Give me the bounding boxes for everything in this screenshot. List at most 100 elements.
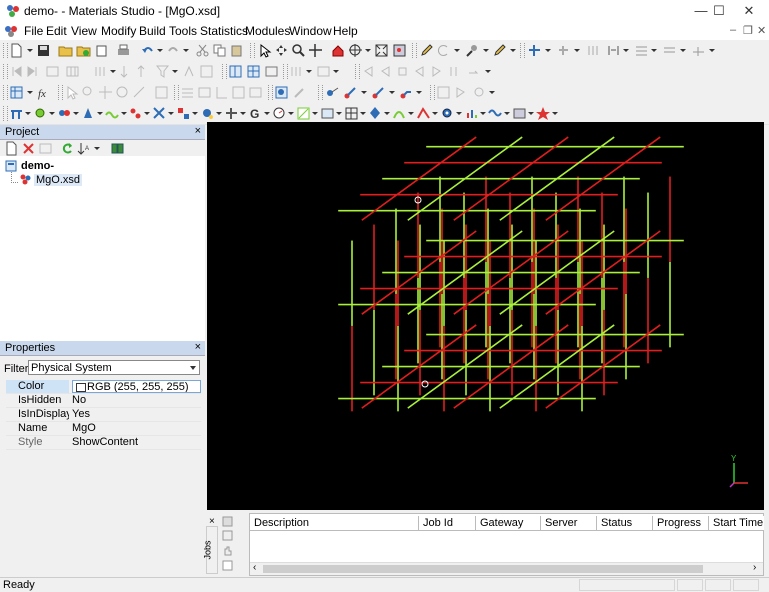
dmol-dropdown-arrow[interactable] [49, 112, 55, 115]
scroll-left-icon[interactable]: ‹ [253, 562, 256, 573]
anim-loop-icon[interactable] [466, 64, 481, 79]
chart-dropdown-arrow[interactable] [480, 112, 486, 115]
align-icon[interactable] [586, 43, 601, 58]
toolbar-grip[interactable] [174, 85, 179, 100]
gear-dropdown-arrow[interactable] [528, 112, 534, 115]
scroll-right-icon[interactable]: › [753, 562, 756, 573]
toolbar-grip[interactable] [412, 43, 417, 58]
toolbar-grip[interactable] [3, 106, 8, 121]
zoom-icon[interactable] [291, 43, 306, 58]
project-panel-close-button[interactable]: × [195, 125, 201, 137]
module-star-icon[interactable] [536, 106, 551, 121]
copy-icon[interactable] [212, 43, 227, 58]
layout-icon[interactable] [316, 64, 331, 79]
symmetry-icon[interactable] [228, 64, 243, 79]
property-value[interactable]: No [72, 394, 201, 407]
bond-tool-icon[interactable] [343, 85, 358, 100]
table-icon[interactable] [45, 64, 60, 79]
select-mode-icon[interactable] [64, 85, 79, 100]
module-qsar-icon[interactable] [296, 106, 311, 121]
refresh-dropdown-arrow[interactable] [489, 91, 495, 94]
polymorph-dropdown-arrow[interactable] [384, 112, 390, 115]
dpd-dropdown-arrow[interactable] [240, 112, 246, 115]
stack-icon[interactable] [691, 43, 706, 58]
menu-statistics[interactable]: Statistics [200, 24, 248, 38]
analysis-icon[interactable] [274, 85, 289, 100]
refresh-grey-icon[interactable] [472, 85, 487, 100]
toolbar-grip[interactable] [318, 85, 323, 100]
module-synthia-icon[interactable] [392, 106, 407, 121]
graph-export-icon[interactable] [248, 85, 263, 100]
chart-edit-icon[interactable] [292, 85, 307, 100]
open-book-icon[interactable] [110, 141, 125, 156]
anim-play-icon[interactable] [429, 64, 444, 79]
column-header-status[interactable]: Status [597, 516, 653, 530]
module-polymorph-icon[interactable] [368, 106, 383, 121]
insert-column-icon[interactable] [92, 64, 107, 79]
graph-series-icon[interactable] [231, 85, 246, 100]
filter-select[interactable]: Physical System [28, 360, 200, 375]
column-header-server[interactable]: Server [541, 516, 597, 530]
anim-dropdown-arrow[interactable] [485, 70, 491, 73]
column-header-job-id[interactable]: Job Id [419, 516, 476, 530]
module-g-icon[interactable]: G [248, 106, 263, 121]
supercell-icon[interactable] [246, 64, 261, 79]
menu-modules[interactable]: Modules [245, 24, 290, 38]
module-dpd-icon[interactable] [224, 106, 239, 121]
distribute-dropdown-arrow[interactable] [623, 49, 629, 52]
module-chart-icon[interactable] [464, 106, 479, 121]
module-conformers-icon[interactable] [200, 106, 215, 121]
atom-blue-icon[interactable] [325, 85, 340, 100]
center-dropdown-arrow[interactable] [365, 49, 371, 52]
measure-icon[interactable] [371, 85, 386, 100]
qsar-dropdown-arrow[interactable] [312, 112, 318, 115]
nav-last-icon[interactable] [25, 64, 40, 79]
export-icon[interactable] [94, 43, 109, 58]
sort-dropdown-arrow[interactable] [94, 147, 100, 150]
toolbar-grip[interactable] [520, 43, 525, 58]
sort-icon[interactable]: A [77, 141, 92, 156]
new-project-icon[interactable] [4, 141, 19, 156]
sort-descending-icon[interactable] [137, 64, 152, 79]
jobs-tab[interactable]: Jobs [203, 526, 218, 574]
measure-dropdown-arrow[interactable] [389, 91, 395, 94]
module-sorption-icon[interactable] [128, 106, 143, 121]
translate-icon[interactable] [308, 43, 323, 58]
structure-viewer[interactable]: Y [207, 122, 764, 510]
lattice-icon[interactable] [264, 64, 279, 79]
menu-tools[interactable]: Tools [169, 24, 197, 38]
conformers-dropdown-arrow[interactable] [216, 112, 222, 115]
properties-panel-close-button[interactable]: × [195, 341, 201, 353]
menu-window[interactable]: Window [289, 24, 332, 38]
menu-help[interactable]: Help [333, 24, 358, 38]
vamp-dropdown-arrow[interactable] [432, 112, 438, 115]
panel-dropdown-arrow[interactable] [306, 70, 312, 73]
sketch-fragment-icon[interactable] [465, 43, 480, 58]
menu-file[interactable]: File [24, 24, 43, 38]
clock-dropdown-arrow[interactable] [288, 112, 294, 115]
module-clock-icon[interactable] [272, 106, 287, 121]
hydrogen-dropdown-arrow[interactable] [574, 49, 580, 52]
module-dmol-icon[interactable] [33, 106, 48, 121]
stack-dropdown-arrow[interactable] [709, 49, 715, 52]
property-value[interactable]: ShowContent [72, 436, 201, 449]
open-folder-icon[interactable] [58, 43, 73, 58]
reflex-dropdown-arrow[interactable] [336, 112, 342, 115]
column-header-progress[interactable]: Progress [653, 516, 709, 530]
filter-icon[interactable] [155, 64, 170, 79]
property-row-name[interactable]: Name MgO [6, 422, 201, 436]
rotate-icon[interactable] [274, 43, 289, 58]
toolbar-grip[interactable] [222, 64, 227, 79]
columns-icon[interactable] [65, 64, 80, 79]
clean-structure-icon[interactable] [527, 43, 542, 58]
select-arrow-icon[interactable] [257, 43, 272, 58]
menu-modify[interactable]: Modify [101, 24, 136, 38]
ring-dropdown-arrow[interactable] [454, 49, 460, 52]
property-value[interactable]: RGB (255, 255, 255) [72, 380, 201, 393]
module-castep-icon[interactable] [9, 106, 24, 121]
sort-ascending-icon[interactable] [120, 64, 135, 79]
chevron-down-icon[interactable] [190, 366, 196, 370]
toolbar-grip[interactable] [3, 43, 8, 58]
lines-dropdown-arrow[interactable] [680, 49, 686, 52]
display-style-icon[interactable] [392, 43, 407, 58]
